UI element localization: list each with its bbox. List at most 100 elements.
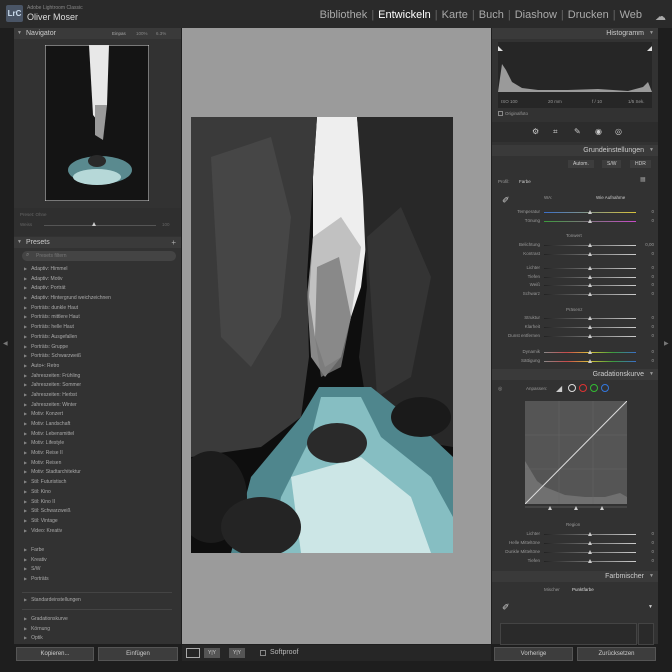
preset-item[interactable]: ▶ Stil: Futuristisch — [24, 477, 174, 487]
preset-item[interactable]: ▶ Stil: Kino — [24, 487, 174, 497]
preset-item[interactable]: ▶ Porträts — [24, 574, 174, 584]
navigator-preview[interactable] — [44, 44, 150, 202]
left-panel-toggle-icon[interactable]: ◀ — [3, 340, 8, 347]
preset-search[interactable]: ⌕ Presets filtern — [22, 251, 176, 261]
region-slider-value[interactable]: 0 — [640, 531, 654, 536]
region-slider-knob[interactable] — [587, 559, 592, 563]
region-slider-knob[interactable] — [587, 532, 592, 536]
curve-split-knob[interactable] — [548, 506, 552, 510]
slider-knob[interactable] — [587, 210, 592, 214]
slider-value[interactable]: 0,00 — [640, 242, 654, 247]
slider-value[interactable]: 0 — [640, 282, 654, 287]
slider-value[interactable]: 0 — [640, 358, 654, 363]
preset-item[interactable]: ▶ Porträts: Schwarzweiß — [24, 351, 174, 361]
zoom-100[interactable]: 100% — [136, 28, 148, 39]
tab-mixer[interactable]: Mischer — [544, 587, 560, 592]
slider-value[interactable]: 0 — [640, 265, 654, 270]
histogram-header[interactable]: Histogramm ▼ — [492, 28, 658, 39]
preset-item[interactable]: ▶ Porträts: Ausgefallen — [24, 332, 174, 342]
preset-item[interactable]: ▶ Motiv: Landschaft — [24, 419, 174, 429]
preset-item[interactable]: ▶ Stil: Kino II — [24, 497, 174, 507]
slider-knob[interactable] — [587, 350, 592, 354]
original-photo-checkbox[interactable] — [498, 111, 503, 116]
module-entwickeln[interactable]: Entwickeln — [374, 9, 435, 21]
module-karte[interactable]: Karte — [438, 9, 472, 21]
preset-item[interactable]: ▶ Stil: Vintage — [24, 516, 174, 526]
module-web[interactable]: Web — [616, 9, 646, 21]
profile-select[interactable]: Farbe — [519, 179, 531, 184]
preset-item[interactable]: ▶ Jahreszeiten: Herbst — [24, 390, 174, 400]
history-slider-knob[interactable] — [92, 222, 96, 226]
standard-group[interactable]: ▶ Standardeinstellungen — [24, 595, 174, 605]
preset-item[interactable]: ▶ Motiv: Reisen — [24, 458, 174, 468]
preset-item[interactable]: ▶ Farbe — [24, 545, 174, 555]
profile-browser-icon[interactable]: ▦ — [640, 176, 646, 183]
preset-item[interactable]: ▶ Adaptiv: Porträt — [24, 283, 174, 293]
history-slider[interactable] — [44, 225, 156, 226]
slider-value[interactable]: 0 — [640, 251, 654, 256]
slider-knob[interactable] — [587, 275, 592, 279]
auto-button[interactable]: Autom. — [568, 160, 594, 168]
bw-button[interactable]: S/W — [602, 160, 622, 168]
preset-item[interactable]: ▶ Adaptiv: Hintergrund weichzeichnen — [24, 293, 174, 303]
module-buch[interactable]: Buch — [475, 9, 508, 21]
slider-value[interactable]: 0 — [640, 315, 654, 320]
slider-knob[interactable] — [587, 334, 592, 338]
preset-item[interactable]: ▶ Porträts: helle Haut — [24, 322, 174, 332]
slider-knob[interactable] — [587, 219, 592, 223]
preset-item[interactable]: ▶ Gradationskurve — [24, 614, 174, 624]
histogram[interactable]: ISO 100 20 mm f / 10 1/5 Sek. — [498, 42, 652, 108]
curve-split-knob[interactable] — [600, 506, 604, 510]
preset-item[interactable]: ▶ Motiv: Lebensmittel — [24, 429, 174, 439]
mixer-header[interactable]: Farbmischer ▼ — [492, 571, 658, 582]
before-after-button[interactable]: Y|Y — [204, 648, 220, 658]
red-eye-icon[interactable]: ◉ — [595, 127, 602, 136]
preset-item[interactable]: ▶ Adaptiv: Himmel — [24, 264, 174, 274]
preset-item[interactable]: ▶ Motiv: Stadtarchitektur — [24, 467, 174, 477]
slider-knob[interactable] — [587, 359, 592, 363]
preset-item[interactable]: ▶ Porträts: Gruppe — [24, 342, 174, 352]
zoom-fit[interactable]: Einpas — [112, 28, 126, 39]
slider-value[interactable]: 0 — [640, 291, 654, 296]
cloud-icon[interactable]: ☁ — [655, 10, 666, 23]
slider-value[interactable]: 0 — [640, 209, 654, 214]
add-preset-icon[interactable]: + — [171, 237, 176, 248]
preset-item[interactable]: ▶ Kreativ — [24, 555, 174, 565]
zoom-other[interactable]: 6.3% — [156, 28, 166, 39]
green-curve-icon[interactable] — [590, 384, 598, 392]
image-canvas[interactable] — [182, 28, 491, 644]
hdr-button[interactable]: HDR — [630, 160, 651, 168]
swap-button[interactable]: Y|Y — [229, 648, 245, 658]
slider-knob[interactable] — [587, 316, 592, 320]
edit-sliders-icon[interactable]: ⚙ — [532, 127, 539, 136]
module-drucken[interactable]: Drucken — [564, 9, 613, 21]
preset-item[interactable]: ▶ Motiv: Lifestyle — [24, 438, 174, 448]
preset-item[interactable]: ▶ Jahreszeiten: Winter — [24, 400, 174, 410]
right-panel-toggle-icon[interactable]: ▶ — [664, 340, 669, 347]
slider-knob[interactable] — [587, 266, 592, 270]
region-slider-knob[interactable] — [587, 550, 592, 554]
slider-knob[interactable] — [587, 252, 592, 256]
region-slider-value[interactable]: 0 — [640, 549, 654, 554]
target-adjust-icon[interactable]: ◎ — [498, 386, 502, 392]
healing-icon[interactable]: ✎ — [574, 127, 581, 136]
paste-button[interactable]: Einfügen — [98, 647, 178, 661]
slider-knob[interactable] — [587, 292, 592, 296]
preset-item[interactable]: ▶ Motiv: Reise II — [24, 448, 174, 458]
crop-icon[interactable]: ⌗ — [553, 127, 558, 137]
point-color-swatch[interactable] — [500, 623, 637, 645]
preset-item[interactable]: ▶ Jahreszeiten: Frühling — [24, 371, 174, 381]
preset-item[interactable]: ▶ Motiv: Konzert — [24, 409, 174, 419]
curve-header[interactable]: Gradationskurve ▼ — [492, 369, 658, 380]
parametric-curve-icon[interactable]: ◢ — [556, 384, 562, 393]
rgb-curve-icon[interactable] — [568, 384, 576, 392]
slider-knob[interactable] — [587, 243, 592, 247]
preset-item[interactable]: ▶ Porträts: mittlere Haut — [24, 312, 174, 322]
preset-item[interactable]: ▶ Jahreszeiten: Sommer — [24, 380, 174, 390]
blue-curve-icon[interactable] — [601, 384, 609, 392]
curve-split-knob[interactable] — [574, 506, 578, 510]
navigator-header[interactable]: ▼ Navigator Einpas 100% 6.3% — [14, 28, 181, 39]
preset-item[interactable]: ▶ Adaptiv: Motiv — [24, 274, 174, 284]
preset-item[interactable]: ▶ Porträts: dunkle Haut — [24, 303, 174, 313]
region-slider-knob[interactable] — [587, 541, 592, 545]
